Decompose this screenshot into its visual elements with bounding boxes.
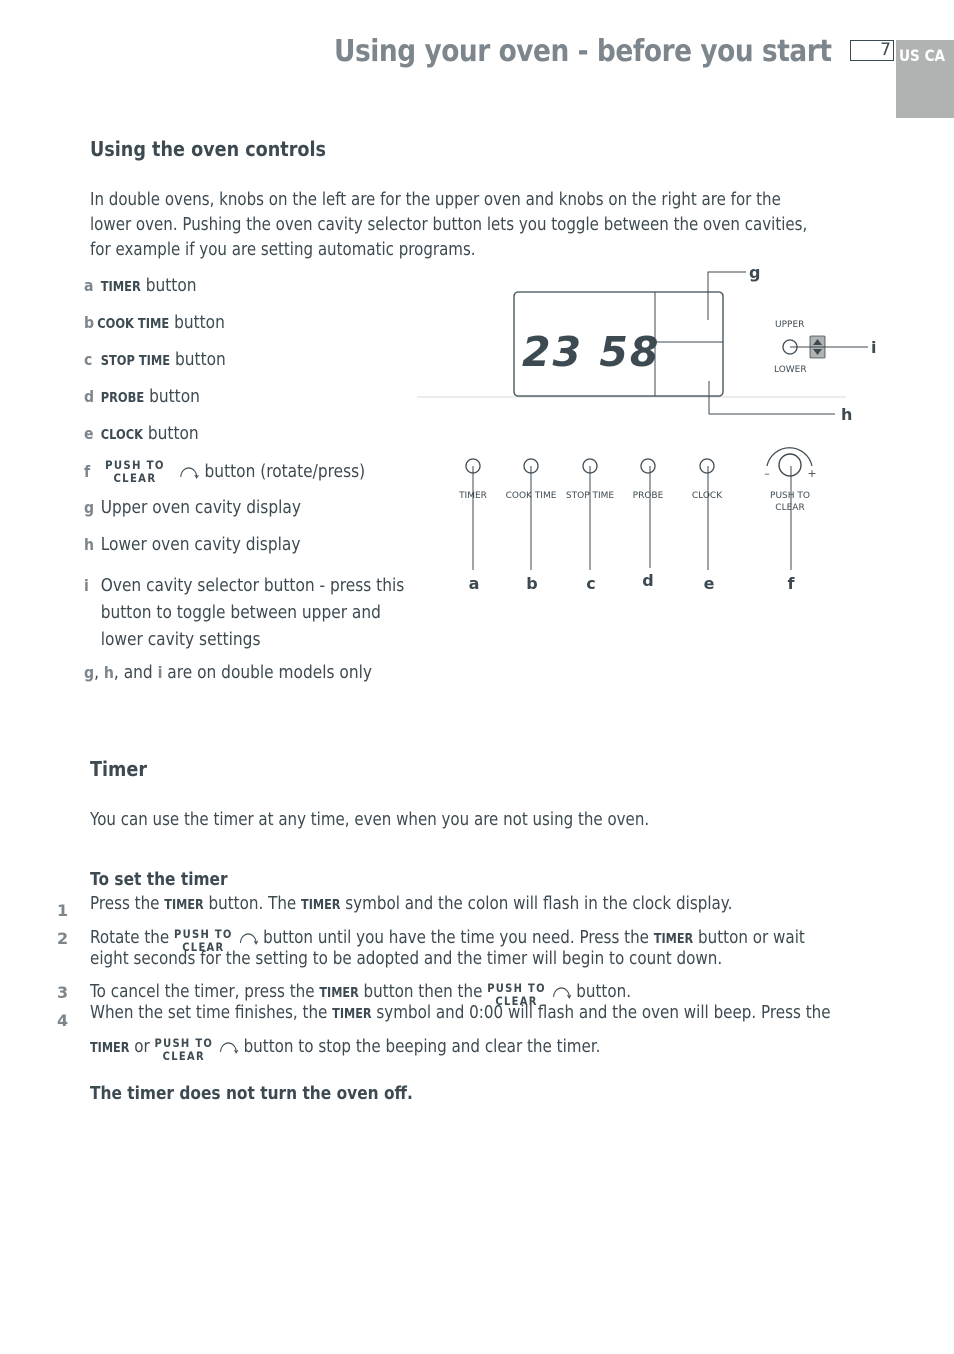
step-1: Press the TIMER button. The TIMER symbol…	[90, 894, 733, 914]
knob-letter: f	[788, 574, 796, 593]
callout-g: g	[749, 263, 760, 282]
minus-label: –	[764, 467, 770, 480]
set-timer-subheading: To set the timer	[90, 870, 228, 890]
button-label: STOP TIME	[566, 491, 614, 501]
double-models-footnote: g, h, and i are on double models only	[84, 663, 373, 683]
timer-intro: You can use the timer at any time, even …	[90, 810, 650, 830]
step-number: 2	[57, 929, 69, 948]
cook-time-button-diagram: COOK TIME b	[506, 458, 557, 593]
timer-key: TIMER	[301, 898, 341, 913]
step-number: 4	[57, 1011, 69, 1030]
callout-h: h	[841, 405, 852, 424]
timer-key: TIMER	[90, 1041, 130, 1056]
rotate-arc-icon	[220, 1042, 239, 1054]
selector-lower-label: LOWER	[774, 365, 807, 375]
probe-button-diagram: PROBE d	[633, 458, 664, 590]
stop-time-button-diagram: STOP TIME c	[566, 458, 614, 593]
timer-button-diagram: TIMER a	[458, 458, 487, 593]
button-letter: b	[526, 574, 537, 593]
button-label: CLOCK	[692, 491, 723, 501]
push-to-clear-label: PUSH TO CLEAR	[154, 1036, 214, 1063]
knob-label-line1: PUSH TO	[770, 491, 810, 501]
button-letter: d	[642, 571, 653, 590]
step-4: When the set time finishes, the TIMER sy…	[90, 1003, 831, 1023]
plus-label: +	[807, 467, 816, 480]
knob-arc	[766, 447, 813, 467]
timer-key: TIMER	[319, 986, 359, 1001]
timer-key: TIMER	[164, 898, 204, 913]
step-number: 1	[57, 901, 69, 920]
button-label: TIMER	[458, 491, 487, 501]
rotate-arc-icon	[552, 987, 571, 999]
button-label: PROBE	[633, 491, 664, 501]
button-letter: c	[586, 574, 595, 593]
timer-key: TIMER	[332, 1007, 372, 1022]
selector-upper-label: UPPER	[775, 320, 804, 330]
timer-heading: Timer	[90, 757, 147, 781]
step-number: 3	[57, 983, 69, 1002]
oven-control-panel-diagram: 23 58 g h UPPER LOWER i TIMER a COOK TIM…	[417, 263, 876, 593]
clock-button-diagram: CLOCK e	[692, 458, 723, 593]
rotate-arc-icon	[239, 933, 258, 945]
button-label: COOK TIME	[506, 491, 557, 501]
callout-i: i	[871, 338, 876, 357]
step-4-continued: TIMER or PUSH TO CLEAR button to stop the…	[90, 1036, 601, 1063]
button-letter: e	[704, 574, 715, 593]
display-digits: 23 58	[522, 328, 660, 376]
knob	[778, 453, 802, 477]
knob-label-line2: CLEAR	[775, 503, 804, 513]
timer-key: TIMER	[653, 932, 694, 947]
timer-note: The timer does not turn the oven off.	[90, 1084, 413, 1104]
push-to-clear-knob-diagram: – + PUSH TO CLEAR f	[764, 447, 817, 593]
step-2-continued: eight seconds for the setting to be adop…	[90, 949, 723, 969]
button-letter: a	[469, 574, 480, 593]
